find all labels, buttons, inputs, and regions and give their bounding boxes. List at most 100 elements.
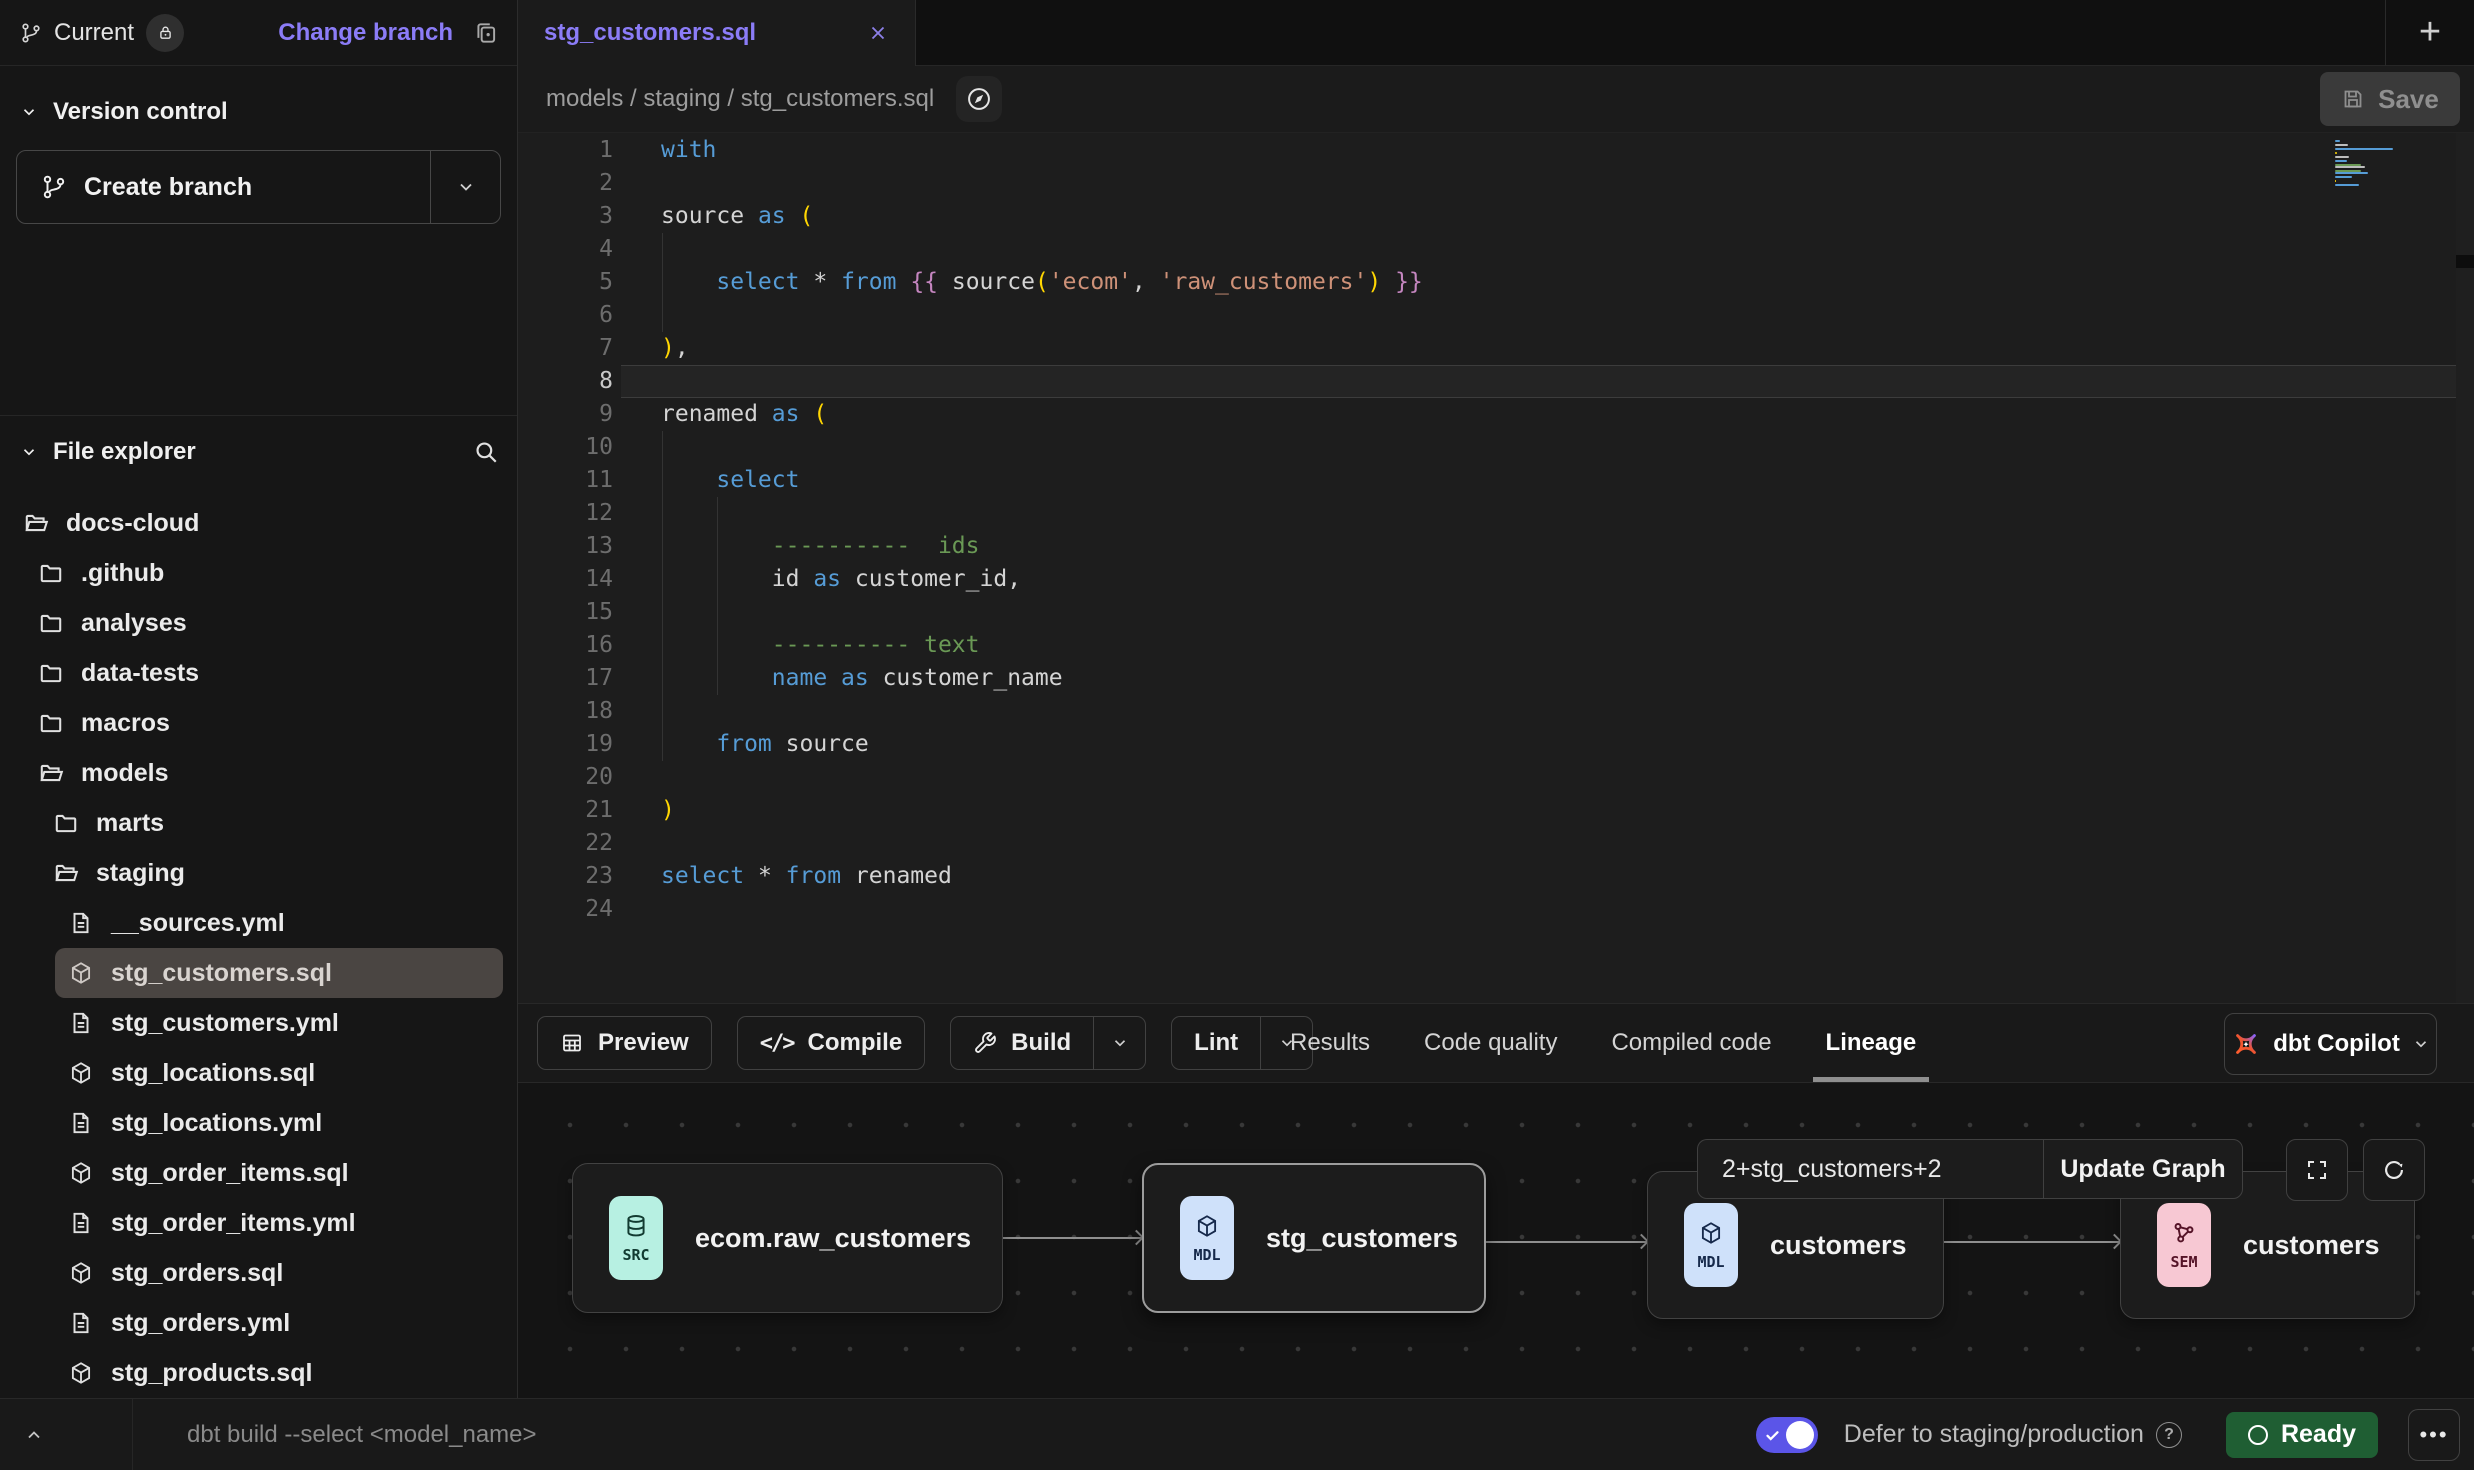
code-line-20[interactable]: 20 <box>518 761 2474 794</box>
minimap[interactable] <box>2335 140 2397 188</box>
compass-icon <box>965 85 993 113</box>
code-line-4[interactable]: 4 <box>518 233 2474 266</box>
code-line-24[interactable]: 24 <box>518 893 2474 926</box>
ide-status-badge[interactable]: Ready <box>2226 1412 2378 1458</box>
create-branch-dropdown[interactable] <box>430 151 500 223</box>
tree-item-label: stg_customers.yml <box>111 1009 339 1038</box>
editor-scrollbar[interactable] <box>2456 133 2474 1003</box>
status-bar: Defer to staging/production ? Ready ••• <box>0 1398 2474 1470</box>
save-button[interactable]: Save <box>2320 72 2460 126</box>
search-icon[interactable] <box>473 439 499 465</box>
compile-button[interactable]: </>Compile <box>737 1016 925 1070</box>
code-line-13[interactable]: 13 ---------- ids <box>518 530 2474 563</box>
code-line-12[interactable]: 12 <box>518 497 2474 530</box>
tree-item-stg-locations-yml[interactable]: stg_locations.yml <box>55 1098 503 1148</box>
tree-item-label: stg_products.sql <box>111 1359 312 1388</box>
update-graph-button[interactable]: Update Graph <box>2043 1139 2243 1199</box>
tree-item-stg-products-sql[interactable]: stg_products.sql <box>55 1348 503 1398</box>
chevron-down-icon[interactable] <box>20 103 38 121</box>
folder-icon <box>53 810 79 836</box>
breadcrumb-bar: models / staging / stg_customers.sql Sav… <box>518 66 2474 133</box>
code-line-2[interactable]: 2 <box>518 167 2474 200</box>
tree-item-stg-locations-sql[interactable]: stg_locations.sql <box>55 1048 503 1098</box>
tree-item-label: analyses <box>81 609 187 638</box>
cube-icon <box>68 1260 94 1286</box>
tree-item-stg-customers-yml[interactable]: stg_customers.yml <box>55 998 503 1048</box>
tree-item-data-tests[interactable]: data-tests <box>25 648 503 698</box>
code-line-1[interactable]: 1with <box>518 134 2474 167</box>
close-icon[interactable] <box>867 22 889 44</box>
code-line-8[interactable]: 8 <box>518 365 2474 398</box>
code-editor[interactable]: 1with23source as (45 select * from {{ so… <box>518 133 2474 1003</box>
code-lines[interactable]: 1with23source as (45 select * from {{ so… <box>518 133 2474 926</box>
tab-code-quality[interactable]: Code quality <box>1397 1004 1584 1082</box>
tree-item-stg-orders-yml[interactable]: stg_orders.yml <box>55 1298 503 1348</box>
code-line-5[interactable]: 5 select * from {{ source('ecom', 'raw_c… <box>518 266 2474 299</box>
tree-item--github[interactable]: .github <box>25 548 503 598</box>
code-line-10[interactable]: 10 <box>518 431 2474 464</box>
tree-item-label: staging <box>96 859 185 888</box>
node-badge-label: SEM <box>2170 1253 2197 1271</box>
build-button[interactable]: Build <box>950 1016 1146 1070</box>
lineage-filter-input[interactable] <box>1722 1155 2022 1184</box>
node-label: ecom.raw_customers <box>695 1223 971 1254</box>
minimap-line <box>2335 152 2337 154</box>
copilot-compass-button[interactable] <box>956 76 1002 122</box>
code-line-9[interactable]: 9renamed as ( <box>518 398 2474 431</box>
defer-toggle[interactable] <box>1756 1417 1818 1453</box>
code-line-22[interactable]: 22 <box>518 827 2474 860</box>
lineage-filter[interactable] <box>1697 1139 2043 1199</box>
tree-item-analyses[interactable]: analyses <box>25 598 503 648</box>
create-branch-main[interactable]: Create branch <box>17 151 430 223</box>
breadcrumb: models / staging / stg_customers.sql <box>546 85 934 113</box>
chevron-down-icon[interactable] <box>20 443 38 461</box>
code-line-14[interactable]: 14 id as customer_id, <box>518 563 2474 596</box>
tree-item-label: stg_order_items.yml <box>111 1209 356 1238</box>
tree-item-stg-customers-sql[interactable]: stg_customers.sql <box>55 948 503 998</box>
tree-item-marts[interactable]: marts <box>40 798 503 848</box>
fullscreen-button[interactable] <box>2286 1139 2348 1201</box>
tree-item-staging[interactable]: staging <box>40 848 503 898</box>
code-line-7[interactable]: 7), <box>518 332 2474 365</box>
change-branch-link[interactable]: Change branch <box>278 19 453 47</box>
code-line-19[interactable]: 19 from source <box>518 728 2474 761</box>
tree-item--sources-yml[interactable]: __sources.yml <box>55 898 503 948</box>
minimap-line <box>2335 156 2349 158</box>
code-line-23[interactable]: 23select * from renamed <box>518 860 2474 893</box>
code-line-16[interactable]: 16 ---------- text <box>518 629 2474 662</box>
refresh-button[interactable] <box>2363 1139 2425 1201</box>
tab-results[interactable]: Results <box>1263 1004 1397 1082</box>
tree-item-macros[interactable]: macros <box>25 698 503 748</box>
semantic-icon <box>2171 1220 2197 1246</box>
tree-item-docs-cloud[interactable]: docs-cloud <box>10 498 503 548</box>
tree-item-stg-order-items-sql[interactable]: stg_order_items.sql <box>55 1148 503 1198</box>
scrollbar-thumb[interactable] <box>2456 255 2474 268</box>
tab-lineage[interactable]: Lineage <box>1799 1004 1944 1082</box>
code-line-15[interactable]: 15 <box>518 596 2474 629</box>
dbt-copilot-button[interactable]: dbt Copilot <box>2224 1013 2437 1075</box>
new-tab-button[interactable]: + <box>2385 0 2474 66</box>
command-input[interactable] <box>187 1421 947 1449</box>
tab-stg-customers-sql[interactable]: stg_customers.sql <box>518 0 916 66</box>
tree-item-stg-order-items-yml[interactable]: stg_order_items.yml <box>55 1198 503 1248</box>
command-panel-expand[interactable] <box>0 1399 133 1470</box>
tree-item-models[interactable]: models <box>25 748 503 798</box>
lineage-node-mdl-stg-customers[interactable]: MDLstg_customers <box>1142 1163 1486 1313</box>
code-line-3[interactable]: 3source as ( <box>518 200 2474 233</box>
build-dropdown[interactable] <box>1093 1017 1145 1069</box>
copy-icon[interactable] <box>473 20 499 46</box>
code-line-21[interactable]: 21) <box>518 794 2474 827</box>
overflow-menu-button[interactable]: ••• <box>2408 1409 2460 1461</box>
code-line-17[interactable]: 17 name as customer_name <box>518 662 2474 695</box>
tree-item-stg-orders-sql[interactable]: stg_orders.sql <box>55 1248 503 1298</box>
line-number: 3 <box>518 200 613 233</box>
code-line-11[interactable]: 11 select <box>518 464 2474 497</box>
create-branch-button[interactable]: Create branch <box>16 150 501 224</box>
tab-compiled-code[interactable]: Compiled code <box>1584 1004 1798 1082</box>
preview-button[interactable]: Preview <box>537 1016 712 1070</box>
lineage-node-src-ecom-raw-customers[interactable]: SRCecom.raw_customers <box>572 1163 1003 1313</box>
code-line-6[interactable]: 6 <box>518 299 2474 332</box>
code-line-18[interactable]: 18 <box>518 695 2474 728</box>
line-number: 21 <box>518 794 613 827</box>
help-icon[interactable]: ? <box>2156 1422 2182 1448</box>
